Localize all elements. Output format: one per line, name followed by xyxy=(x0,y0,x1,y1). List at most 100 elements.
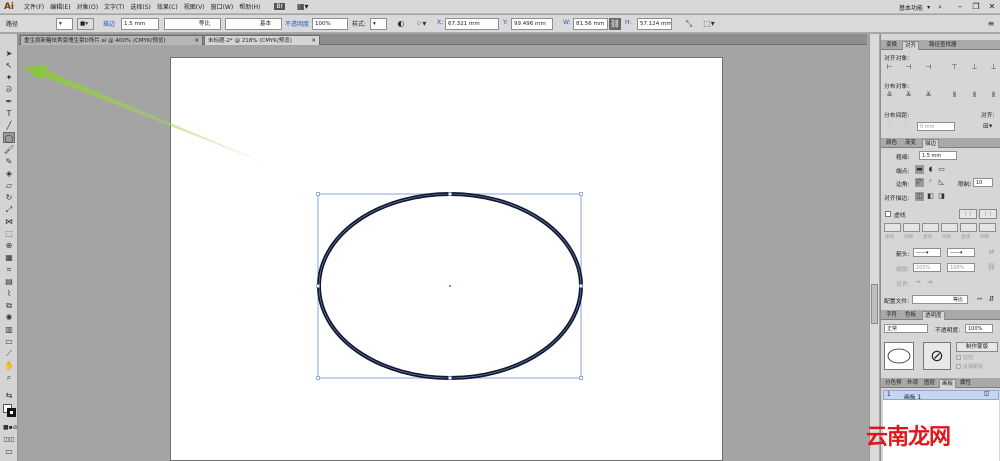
link-scale-icon[interactable]: ⛓ xyxy=(987,263,996,272)
tab-appearance[interactable]: 外观 xyxy=(905,379,920,388)
arrow-extend-icon[interactable]: → xyxy=(913,278,922,287)
gap-label-2: 间隙 xyxy=(942,235,951,240)
object-thumbnail[interactable] xyxy=(884,342,914,370)
flip-along-icon[interactable]: ⇵ xyxy=(987,295,996,304)
spacing-field[interactable]: 0 mm xyxy=(917,122,955,131)
artboard-index: 1 xyxy=(887,392,891,398)
distribute-objects-label: 分布对象: xyxy=(884,84,910,90)
gap-field-2[interactable] xyxy=(941,223,958,232)
make-mask-button[interactable]: 制作蒙版 xyxy=(956,342,998,352)
start-arrowhead-select[interactable]: ——▾ xyxy=(913,248,941,257)
no-mask-icon[interactable]: ⊘ xyxy=(923,342,951,370)
tab-attributes[interactable]: 属性 xyxy=(958,379,973,388)
align-stroke-outside-icon[interactable]: ◨ xyxy=(937,192,946,201)
artboards-panel-tabs: 分色预 外观 图层 画板 属性 xyxy=(881,378,1000,388)
end-scale-field[interactable]: 100% xyxy=(947,263,975,272)
tab-character[interactable]: 字符 xyxy=(884,311,899,320)
gap-field-1[interactable] xyxy=(903,223,920,232)
gap-label-3: 间隙 xyxy=(980,235,989,240)
distribute-hspace-icon[interactable]: ⫶ xyxy=(901,122,910,131)
artboard-options-icon[interactable]: ◫ xyxy=(984,391,989,397)
bevel-join-icon[interactable]: ◺ xyxy=(937,178,946,187)
distribute-hcenter-icon[interactable]: ⫴ xyxy=(970,91,979,100)
align-right-icon[interactable]: ⊣ xyxy=(924,63,933,72)
end-arrowhead-select[interactable]: ——▾ xyxy=(947,248,975,257)
vertical-scrollbar[interactable] xyxy=(869,34,879,461)
square-cap-icon[interactable]: ▭ xyxy=(937,165,946,174)
align-stroke-label: 对齐描边: xyxy=(884,196,910,202)
clip-checkbox[interactable] xyxy=(956,355,961,360)
dashed-line-checkbox[interactable] xyxy=(885,211,891,217)
dash-label-3: 虚线 xyxy=(961,235,970,240)
tab-separations[interactable]: 分色预 xyxy=(883,379,904,388)
align-bottom-icon[interactable]: ⊥ xyxy=(989,63,998,72)
round-join-icon[interactable]: ◜ xyxy=(926,178,935,187)
right-panel-dock: 变换 对齐 路径查找器 对齐对象: ⊢ ⊣ ⊣ ⊤ ⊥ ⊥ 分布对象: ≚ ≚ … xyxy=(880,34,1000,461)
align-top-icon[interactable]: ⊤ xyxy=(950,63,959,72)
align-vcenter-icon[interactable]: ⊥ xyxy=(970,63,979,72)
align-stroke-inside-icon[interactable]: ◧ xyxy=(926,192,935,201)
invert-mask-checkbox[interactable] xyxy=(956,364,961,369)
gap-label-1: 间隙 xyxy=(904,235,913,240)
invert-mask-label: 反相蒙版 xyxy=(963,364,984,370)
align-objects-label: 对齐对象: xyxy=(884,56,910,62)
align-hcenter-icon[interactable]: ⊣ xyxy=(904,63,913,72)
align-panel-tabs: 变换 对齐 路径查找器 xyxy=(881,40,1000,50)
tab-artboards[interactable]: 画板 xyxy=(939,379,957,388)
opacity-field[interactable]: 100% xyxy=(965,324,993,333)
blend-mode-select[interactable]: 正常 xyxy=(884,324,928,333)
arrow-align-label: 对齐: xyxy=(896,282,910,288)
tab-align[interactable]: 对齐 xyxy=(902,41,920,50)
center-point xyxy=(449,285,451,287)
limit-field[interactable]: 10 xyxy=(973,178,993,187)
start-scale-field[interactable]: 100% xyxy=(913,263,941,272)
align-left-icon[interactable]: ⊢ xyxy=(885,63,894,72)
tab-stroke[interactable]: 描边 xyxy=(922,139,940,148)
tab-swatches[interactable]: 色板 xyxy=(903,311,918,320)
tab-color[interactable]: 颜色 xyxy=(884,139,899,148)
dash-field-1[interactable] xyxy=(884,223,901,232)
opacity-label: 不透明度: xyxy=(935,328,961,334)
gap-field-3[interactable] xyxy=(979,223,996,232)
tab-layers[interactable]: 图层 xyxy=(922,379,937,388)
clip-label: 剪切 xyxy=(963,355,974,361)
dash-label-2: 虚线 xyxy=(923,235,932,240)
butt-cap-icon[interactable]: ▬ xyxy=(915,165,924,174)
thumbnail-ellipse xyxy=(887,348,911,364)
tab-transparency[interactable]: 透明度 xyxy=(922,311,945,320)
profile-select[interactable]: 等比 xyxy=(912,295,968,304)
distribute-vcenter-icon[interactable]: ≚ xyxy=(904,91,913,100)
round-cap-icon[interactable]: ◖ xyxy=(926,165,935,174)
dashed-line-label: 虚线 xyxy=(894,213,906,219)
corner-label: 边角: xyxy=(896,182,910,188)
align-to-icon[interactable]: ⊞▾ xyxy=(983,122,992,131)
dash-field-2[interactable] xyxy=(922,223,939,232)
arrowheads-label: 箭头: xyxy=(896,252,910,258)
weight-label: 粗细: xyxy=(896,155,910,161)
annotation-arrow xyxy=(40,70,270,165)
limit-label: 限制: xyxy=(958,182,972,188)
distribute-vspace-icon[interactable]: ⫶ xyxy=(885,122,894,131)
tab-transform[interactable]: 变换 xyxy=(884,41,899,50)
tab-gradient[interactable]: 渐变 xyxy=(903,139,918,148)
dash-label-1: 虚线 xyxy=(885,235,894,240)
canvas-overlay xyxy=(24,65,583,380)
flip-across-icon[interactable]: ⇿ xyxy=(975,295,984,304)
scrollbar-thumb[interactable] xyxy=(871,284,878,324)
align-stroke-center-icon[interactable]: ◫ xyxy=(915,192,924,201)
distribute-right-icon[interactable]: ⫴ xyxy=(989,91,998,100)
weight-field[interactable]: 1.5 mm xyxy=(919,151,957,160)
preserve-dash-icon[interactable]: [ ] xyxy=(959,209,977,219)
distribute-bottom-icon[interactable]: ≚ xyxy=(924,91,933,100)
align-to-label: 对齐: xyxy=(981,113,995,119)
miter-join-icon[interactable]: ◸ xyxy=(915,178,924,187)
tab-pathfinder[interactable]: 路径查找器 xyxy=(927,41,959,50)
watermark: 云南龙网 xyxy=(866,425,951,450)
swap-arrowheads-icon[interactable]: ⇄ xyxy=(987,248,996,257)
align-dash-icon[interactable]: [ ] xyxy=(979,209,997,219)
distribute-top-icon[interactable]: ≚ xyxy=(885,91,894,100)
arrow-place-icon[interactable]: ⇥ xyxy=(925,278,934,287)
dash-field-3[interactable] xyxy=(960,223,977,232)
distribute-left-icon[interactable]: ⫴ xyxy=(950,91,959,100)
artboard-row[interactable]: 1 画板 1 ◫ xyxy=(883,390,999,401)
